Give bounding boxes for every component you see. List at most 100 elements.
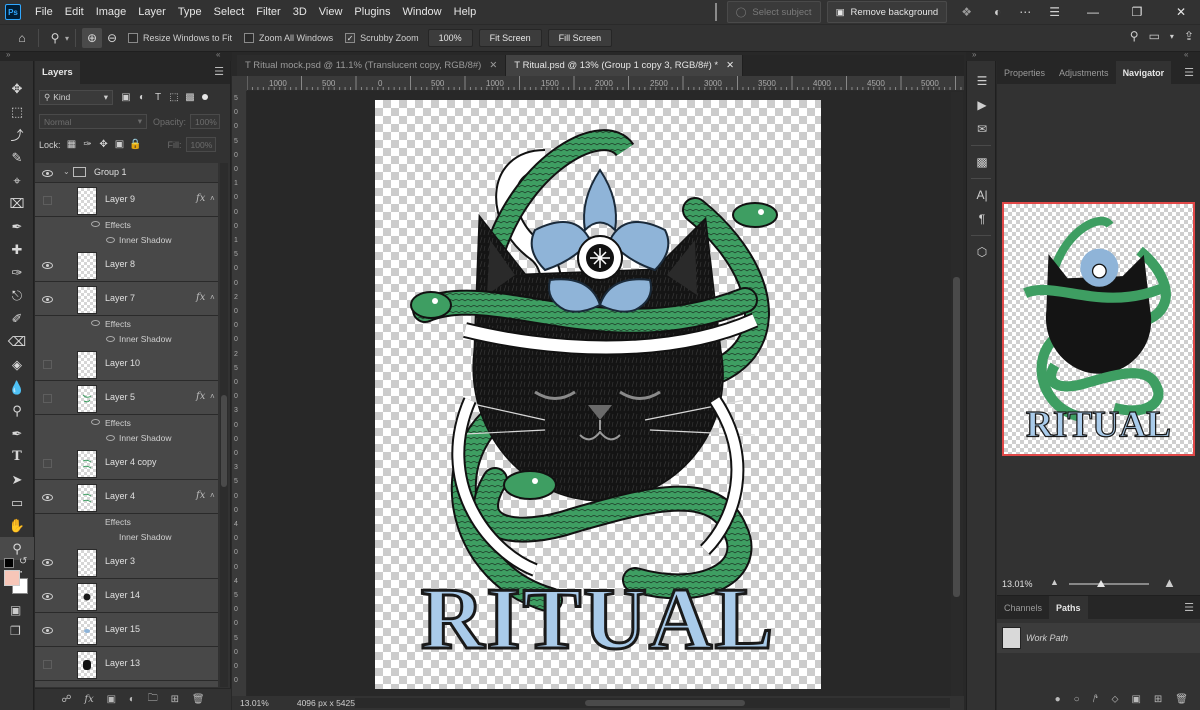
tab-adjustments[interactable]: Adjustments — [1052, 61, 1116, 84]
layer-row[interactable]: Layer 9 fx ˄ — [35, 183, 218, 217]
delete-path-icon[interactable]: 🗑 — [1175, 694, 1188, 705]
menu-help[interactable]: Help — [448, 0, 483, 24]
visibility-eye-icon[interactable] — [42, 295, 53, 303]
effect-eye-icon[interactable] — [91, 320, 100, 326]
layer-row[interactable]: Layer 7 fx ˄ — [35, 282, 218, 316]
filter-kind-select[interactable]: ⚲ Kind ▾ — [39, 89, 113, 105]
close-icon[interactable]: ✕ — [489, 60, 497, 71]
history-icon[interactable]: ☰ — [967, 69, 997, 93]
new-layer-icon[interactable]: ⊞ — [171, 694, 179, 705]
zoom-all-windows-checkbox[interactable]: Zoom All Windows — [244, 33, 333, 43]
expand-arrows-icon[interactable]: « — [216, 50, 220, 59]
scrollbar-thumb[interactable] — [953, 277, 960, 597]
chevron-up-icon[interactable]: ˄ — [210, 194, 215, 203]
layers-scrollbar[interactable] — [220, 163, 228, 687]
add-mask-icon[interactable]: ▣ — [1131, 694, 1140, 705]
effect-eye-icon[interactable] — [106, 237, 115, 243]
histogram-icon[interactable]: ▩ — [967, 150, 997, 174]
panel-menu-icon[interactable]: ☰ — [1184, 601, 1194, 614]
navigator-zoom-slider[interactable] — [1069, 580, 1149, 587]
mini-default-colors-icon[interactable] — [4, 558, 14, 568]
chevron-up-icon[interactable]: ˄ — [210, 293, 215, 302]
actions-play-icon[interactable]: ▶ — [967, 93, 997, 117]
fit-screen-button[interactable]: Fit Screen — [478, 29, 542, 47]
menu-select[interactable]: Select — [208, 0, 251, 24]
filter-smart-object-icon[interactable]: ▩ — [183, 90, 197, 104]
status-zoom[interactable]: 13.01% — [240, 698, 269, 708]
canvas-area[interactable]: RITUAL — [247, 92, 949, 696]
swap-colors-icon[interactable]: ↺ — [19, 556, 27, 567]
foreground-color-swatch[interactable] — [4, 570, 20, 586]
ruler-origin[interactable] — [232, 76, 247, 91]
close-icon[interactable]: ✕ — [726, 60, 734, 71]
tab-ritual-mock[interactable]: T Ritual mock.psd @ 11.1% (Translucent c… — [237, 55, 507, 76]
filter-pixel-icon[interactable]: ▣ — [119, 90, 133, 104]
move-tool-icon[interactable]: ✥ — [0, 77, 34, 100]
healing-brush-tool-icon[interactable]: ✚ — [0, 238, 34, 261]
menu-edit[interactable]: Edit — [59, 0, 90, 24]
visibility-eye-icon[interactable] — [42, 261, 53, 269]
pen-tool-icon[interactable]: ✒ — [0, 422, 34, 445]
hand-tool-icon[interactable]: ✋ — [0, 514, 34, 537]
photoshop-logo-icon[interactable]: Ps — [5, 4, 21, 20]
effect-eye-icon[interactable] — [91, 419, 100, 425]
visibility-off-box[interactable] — [43, 659, 52, 669]
fill-screen-button[interactable]: Fill Screen — [547, 29, 613, 47]
visibility-off-box[interactable] — [43, 359, 52, 369]
tab-navigator[interactable]: Navigator — [1115, 61, 1172, 84]
visibility-off-box[interactable] — [43, 195, 52, 205]
visibility-off-box[interactable] — [43, 458, 52, 468]
menu-layer[interactable]: Layer — [132, 0, 172, 24]
zoom-out-icon[interactable]: ⊖ — [102, 28, 122, 48]
fx-icon[interactable]: fx — [196, 391, 205, 402]
paragraph-icon[interactable]: ¶ — [967, 207, 997, 231]
workspace-icon[interactable]: ▭ — [1149, 29, 1160, 43]
dodge-tool-icon[interactable]: ⚲ — [0, 399, 34, 422]
visibility-off-box[interactable] — [43, 393, 52, 403]
layer-row[interactable]: Layer 10 — [35, 347, 218, 381]
3d-cube-icon[interactable]: ⬡ — [967, 240, 997, 264]
resize-windows-checkbox[interactable]: Resize Windows to Fit — [128, 33, 232, 43]
more-icon[interactable]: ⋯ — [1019, 5, 1031, 19]
collapse-arrows-icon[interactable]: » — [972, 50, 976, 59]
layer-row[interactable]: Layer 4 copy — [35, 446, 218, 480]
menu-view[interactable]: View — [313, 0, 349, 24]
slider-knob[interactable] — [1097, 580, 1105, 587]
layer-row[interactable]: Layer 13 — [35, 647, 218, 681]
panel-menu-icon[interactable]: ☰ — [1184, 66, 1194, 79]
fill-field[interactable]: 100% — [185, 137, 216, 152]
filter-shape-icon[interactable]: ⬚ — [167, 90, 181, 104]
chevron-down-icon[interactable]: ▾ — [1170, 32, 1174, 41]
blend-mode-select[interactable]: Normal ▾ — [39, 114, 147, 129]
filter-type-icon[interactable]: T — [151, 90, 165, 104]
navigator-zoom-value[interactable]: 13.01% — [1002, 579, 1033, 589]
fill-path-icon[interactable]: ● — [1055, 694, 1061, 705]
lock-image-icon[interactable]: ✑ — [81, 138, 95, 152]
layer-row[interactable]: Layer 4 fx ˄ — [35, 480, 218, 514]
horizontal-ruler[interactable]: 1000 500 0 500 1000 1500 2000 2500 3000 … — [247, 76, 964, 91]
navigator-preview[interactable]: RITUAL — [1002, 202, 1195, 456]
layer-row[interactable]: Layer 3 — [35, 545, 218, 579]
scrubby-zoom-checkbox[interactable]: ✓ Scrubby Zoom — [345, 33, 419, 43]
tab-layers[interactable]: Layers — [35, 61, 80, 84]
layer-row[interactable]: Layer 5 fx ˄ — [35, 381, 218, 415]
document-canvas[interactable]: RITUAL — [375, 100, 821, 689]
crop-tool-icon[interactable]: ⌖ — [0, 169, 34, 192]
marquee-tool-icon[interactable]: ⬚ — [0, 100, 34, 123]
visibility-eye-icon[interactable] — [42, 169, 53, 177]
transform-icon[interactable]: ❖ — [961, 5, 972, 19]
paint-bucket-tool-icon[interactable]: ◈ — [0, 353, 34, 376]
add-mask-icon[interactable]: ▣ — [107, 694, 116, 705]
home-icon[interactable]: ⌂ — [12, 28, 32, 48]
select-subject-button[interactable]: ◯ Select subject — [726, 1, 821, 23]
layer-row[interactable]: Layer 15 — [35, 613, 218, 647]
canvas-vertical-scrollbar[interactable] — [951, 92, 963, 696]
frame-tool-icon[interactable]: ⌧ — [0, 192, 34, 215]
chevron-down-icon[interactable]: ▾ — [65, 34, 69, 43]
new-group-icon[interactable]: 🗀 — [148, 691, 158, 708]
lock-all-icon[interactable]: 🔒 — [129, 138, 143, 152]
filter-adjustment-icon[interactable]: ◐ — [135, 90, 149, 104]
zoom-in-mountain-icon[interactable]: ▲ — [1163, 575, 1176, 590]
layer-row[interactable]: Layer 8 — [35, 248, 218, 282]
menu-plugins[interactable]: Plugins — [348, 0, 396, 24]
